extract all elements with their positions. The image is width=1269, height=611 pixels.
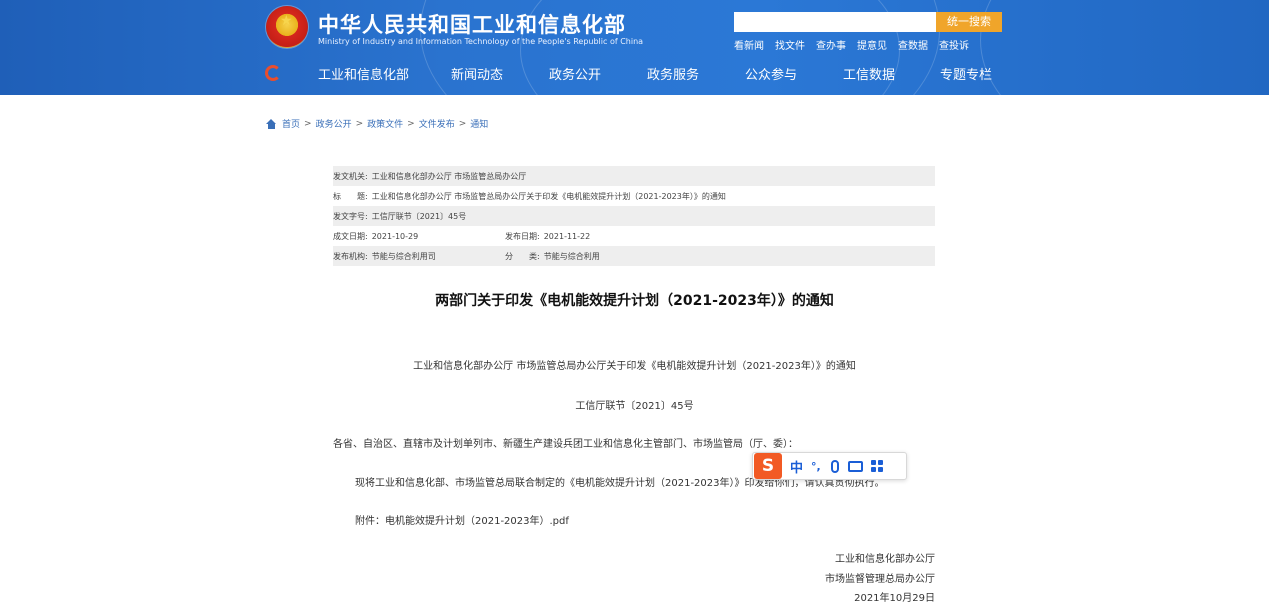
document-info-table: 发文机关: 工业和信息化部办公厅 市场监管总局办公厅 标 题: 工业和信息化部办公厅… bbox=[333, 166, 935, 266]
ime-punctuation-toggle[interactable]: °, bbox=[811, 460, 821, 473]
info-value: 工业和信息化部办公厅 市场监管总局办公厅关于印发《电机能效提升计划（2021-2… bbox=[371, 191, 726, 201]
nav-item-news[interactable]: 新闻动态 bbox=[451, 64, 503, 83]
document-subtitle: 工业和信息化部办公厅 市场监管总局办公厅关于印发《电机能效提升计划（2021-2… bbox=[413, 361, 856, 372]
info-label: 发文字号: bbox=[333, 211, 368, 221]
breadcrumb-separator: > bbox=[407, 118, 415, 129]
info-label: 发布日期: bbox=[505, 231, 540, 241]
attachment-link[interactable]: 附件：电机能效提升计划（2021-2023年）.pdf bbox=[355, 512, 569, 527]
info-row-title: 标 题: 工业和信息化部办公厅 市场监管总局办公厅关于印发《电机能效提升计划（20… bbox=[333, 186, 935, 206]
document-addressee: 各省、自治区、直辖市及计划单列市、新疆生产建设兵团工业和信息化主管部门、市场监管… bbox=[333, 439, 798, 450]
ime-mode-toggle[interactable]: 中 bbox=[790, 457, 803, 476]
info-row-issuer: 发文机关: 工业和信息化部办公厅 市场监管总局办公厅 bbox=[333, 166, 935, 186]
nav-item-topics[interactable]: 专题专栏 bbox=[940, 64, 992, 83]
ime-toolbar[interactable]: S 中 °, bbox=[752, 452, 907, 480]
sogou-logo-icon[interactable]: S bbox=[754, 453, 782, 479]
breadcrumb-separator: > bbox=[458, 118, 467, 129]
info-value: 2021-11-22 bbox=[543, 231, 591, 241]
info-row-org: 发布机构: 节能与综合利用司 分 类: 节能与综合利用 bbox=[333, 246, 935, 266]
signer-samr: 市场监督管理总局办公厅 bbox=[825, 574, 935, 585]
home-icon[interactable] bbox=[266, 118, 277, 129]
info-label: 标 题: bbox=[333, 191, 368, 201]
breadcrumb-file-release[interactable]: 文件发布 bbox=[419, 117, 455, 130]
quick-link-feedback[interactable]: 提意见 bbox=[857, 37, 887, 52]
nav-item-ministry[interactable]: 工业和信息化部 bbox=[318, 64, 409, 83]
info-value: 工业和信息化部办公厅 市场监管总局办公厅 bbox=[371, 171, 527, 181]
breadcrumb-notice[interactable]: 通知 bbox=[470, 117, 488, 130]
breadcrumb-policy-files[interactable]: 政策文件 bbox=[367, 117, 403, 130]
header-decoration bbox=[980, 0, 1269, 95]
home-icon[interactable] bbox=[265, 65, 281, 81]
nav-item-data[interactable]: 工信数据 bbox=[843, 64, 895, 83]
info-value: 工信厅联节〔2021〕45号 bbox=[371, 211, 467, 221]
keyboard-icon[interactable] bbox=[847, 460, 863, 472]
nav-item-services[interactable]: 政务服务 bbox=[647, 64, 699, 83]
quick-links: 看新闻 找文件 查办事 提意见 查数据 查投诉 bbox=[734, 37, 980, 52]
site-title-english: Ministry of Industry and Information Tec… bbox=[318, 37, 644, 46]
breadcrumb-home[interactable]: 首页 bbox=[282, 117, 300, 130]
quick-link-services[interactable]: 查办事 bbox=[816, 37, 846, 52]
quick-link-news[interactable]: 看新闻 bbox=[734, 37, 764, 52]
quick-link-complaints[interactable]: 查投诉 bbox=[939, 37, 969, 52]
quick-link-data[interactable]: 查数据 bbox=[898, 37, 928, 52]
quick-link-files[interactable]: 找文件 bbox=[775, 37, 805, 52]
info-value: 节能与综合利用司 bbox=[371, 251, 436, 261]
breadcrumb-separator: > bbox=[355, 118, 364, 129]
signer-miit: 工业和信息化部办公厅 bbox=[835, 554, 935, 565]
info-row-doc-number: 发文字号: 工信厅联节〔2021〕45号 bbox=[333, 206, 935, 226]
nav-item-participation[interactable]: 公众参与 bbox=[745, 64, 797, 83]
sign-date: 2021年10月29日 bbox=[854, 593, 935, 604]
search-button[interactable]: 统一搜索 bbox=[936, 12, 1002, 32]
document-title: 两部门关于印发《电机能效提升计划（2021-2023年）》的通知 bbox=[435, 293, 834, 309]
breadcrumb: 首页 > 政务公开 > 政策文件 > 文件发布 > 通知 bbox=[266, 117, 488, 130]
breadcrumb-separator: > bbox=[304, 118, 312, 129]
site-header: ★ 中华人民共和国工业和信息化部 Ministry of Industry an… bbox=[0, 0, 1269, 95]
info-row-dates: 成文日期: 2021-10-29 发布日期: 2021-11-22 bbox=[333, 226, 935, 246]
document-number: 工信厅联节〔2021〕45号 bbox=[575, 401, 694, 412]
grid-icon[interactable] bbox=[870, 460, 883, 472]
info-label: 发文机关: bbox=[333, 171, 368, 181]
national-emblem-icon[interactable]: ★ bbox=[266, 6, 308, 48]
info-value: 节能与综合利用 bbox=[543, 251, 600, 261]
breadcrumb-open-affairs[interactable]: 政务公开 bbox=[316, 117, 352, 130]
site-title[interactable]: 中华人民共和国工业和信息化部 bbox=[318, 9, 626, 39]
info-label: 成文日期: bbox=[333, 231, 368, 241]
search-input[interactable] bbox=[734, 12, 936, 32]
info-label: 分 类: bbox=[505, 251, 540, 261]
mic-icon[interactable] bbox=[830, 459, 839, 473]
info-label: 发布机构: bbox=[333, 251, 368, 261]
info-value: 2021-10-29 bbox=[371, 231, 419, 241]
nav-item-open-affairs[interactable]: 政务公开 bbox=[549, 64, 601, 83]
